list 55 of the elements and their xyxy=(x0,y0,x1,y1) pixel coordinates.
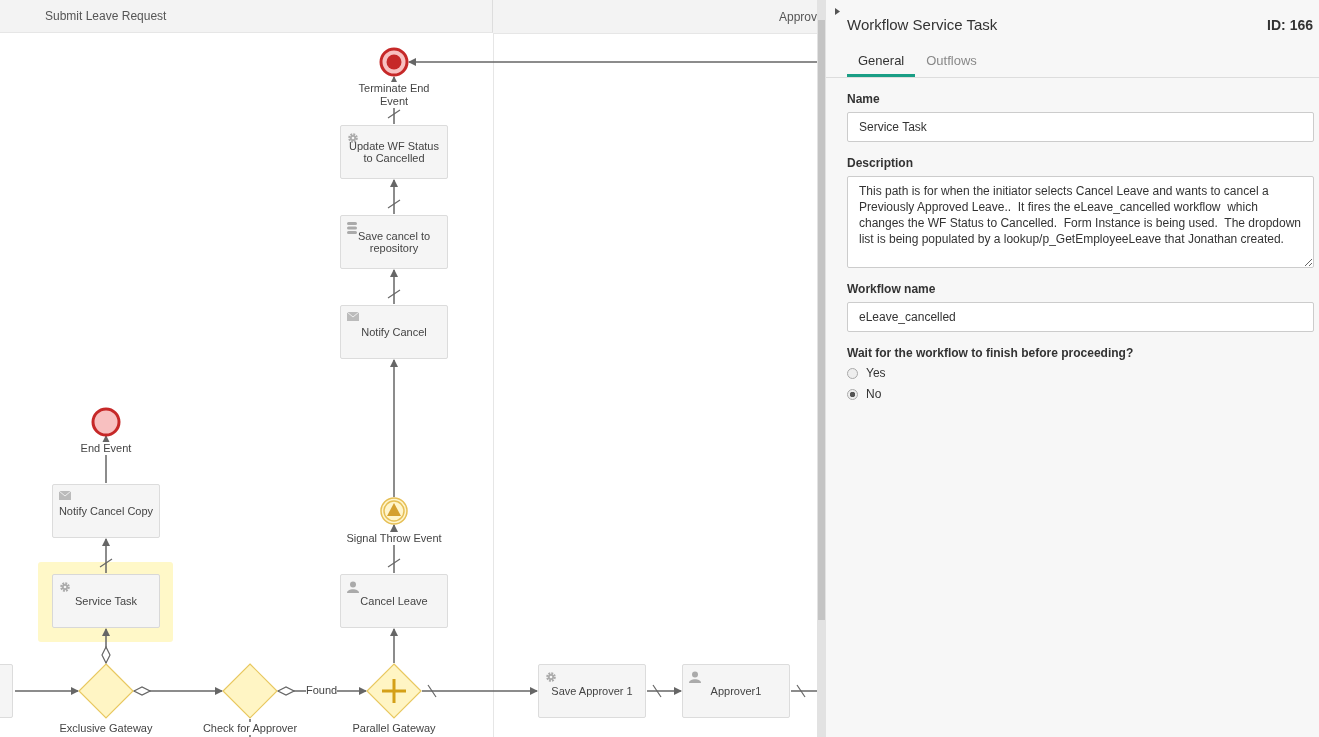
lane-title: Approv xyxy=(778,9,817,24)
envelope-icon xyxy=(347,312,359,321)
sequence-flow[interactable] xyxy=(133,686,223,696)
radio-button[interactable] xyxy=(847,388,858,400)
task-node[interactable]: Update WF Status to Cancelled xyxy=(340,125,448,179)
sequence-flow[interactable] xyxy=(14,687,79,695)
field-label: Description xyxy=(847,156,914,170)
node-label: Signal Throw Event xyxy=(346,532,442,545)
element-id: ID: 166 xyxy=(1267,16,1313,33)
lane-title: Submit Leave Request xyxy=(45,9,167,23)
user-icon xyxy=(689,671,701,683)
sequence-flow[interactable] xyxy=(408,58,817,66)
collapse-toggle-icon[interactable] xyxy=(835,8,840,15)
node-label: Exclusive Gateway xyxy=(59,722,153,735)
node-label: Check for Approver xyxy=(202,722,298,735)
node-label: Parallel Gateway xyxy=(352,722,436,735)
tab[interactable]: General xyxy=(847,47,916,77)
gear-icon xyxy=(545,671,557,683)
field-label: Workflow name xyxy=(847,282,937,296)
flow-label: Found xyxy=(306,684,338,697)
end-event[interactable] xyxy=(91,407,121,437)
description-textarea[interactable]: This path is for when the initiator selects Cancel Leave and wants to cancel a Previously Approved Leave.. It fires the eLeave_cancelled workflow which changes the WF Status to Cancelled. Form Instance is being used. The dropdown list is being populated by a lookup/p_GetEmployeeLeave that Jonathan created. xyxy=(847,176,1314,268)
sequence-flow[interactable] xyxy=(387,179,401,215)
scrollbar-thumb[interactable] xyxy=(818,20,825,620)
task-node[interactable]: Save cancel to repository xyxy=(340,215,448,269)
user-icon xyxy=(347,581,359,593)
sequence-flow[interactable] xyxy=(390,628,398,664)
task-node[interactable]: Save Approver 1 xyxy=(538,664,646,718)
sequence-flow[interactable] xyxy=(99,538,113,574)
text-input[interactable]: Service Task xyxy=(847,112,1314,142)
task-node[interactable]: Cancel Leave xyxy=(340,574,448,628)
sequence-flow[interactable] xyxy=(646,684,682,698)
scrollbar[interactable] xyxy=(817,0,826,737)
envelope-icon xyxy=(59,491,71,500)
sequence-flow[interactable] xyxy=(790,684,817,698)
sequence-flow[interactable] xyxy=(421,684,538,698)
sequence-flow[interactable] xyxy=(101,628,111,664)
task-node[interactable]: Notify Cancel Copy xyxy=(52,484,160,538)
task-node[interactable]: Notify Cancel xyxy=(340,305,448,359)
gear-icon xyxy=(347,132,359,144)
sequence-flow[interactable] xyxy=(387,269,401,305)
task-node[interactable]: Approver1 xyxy=(682,664,790,718)
database-icon xyxy=(347,222,357,234)
panel-title: Workflow Service Task xyxy=(847,16,998,33)
sequence-flow[interactable] xyxy=(390,359,398,498)
radio-button[interactable] xyxy=(847,367,858,379)
terminate-end-event[interactable] xyxy=(379,47,409,77)
radio-label[interactable]: No xyxy=(866,387,882,401)
field-label: Name xyxy=(847,92,881,106)
radio-label[interactable]: Yes xyxy=(866,366,886,380)
node-label: End Event xyxy=(80,442,132,455)
gear-icon xyxy=(59,581,71,593)
field-label: Wait for the workflow to finish before proceeding? xyxy=(847,346,1135,360)
text-input[interactable]: eLeave_cancelled xyxy=(847,302,1314,332)
task-node[interactable]: Service Task xyxy=(52,574,160,628)
